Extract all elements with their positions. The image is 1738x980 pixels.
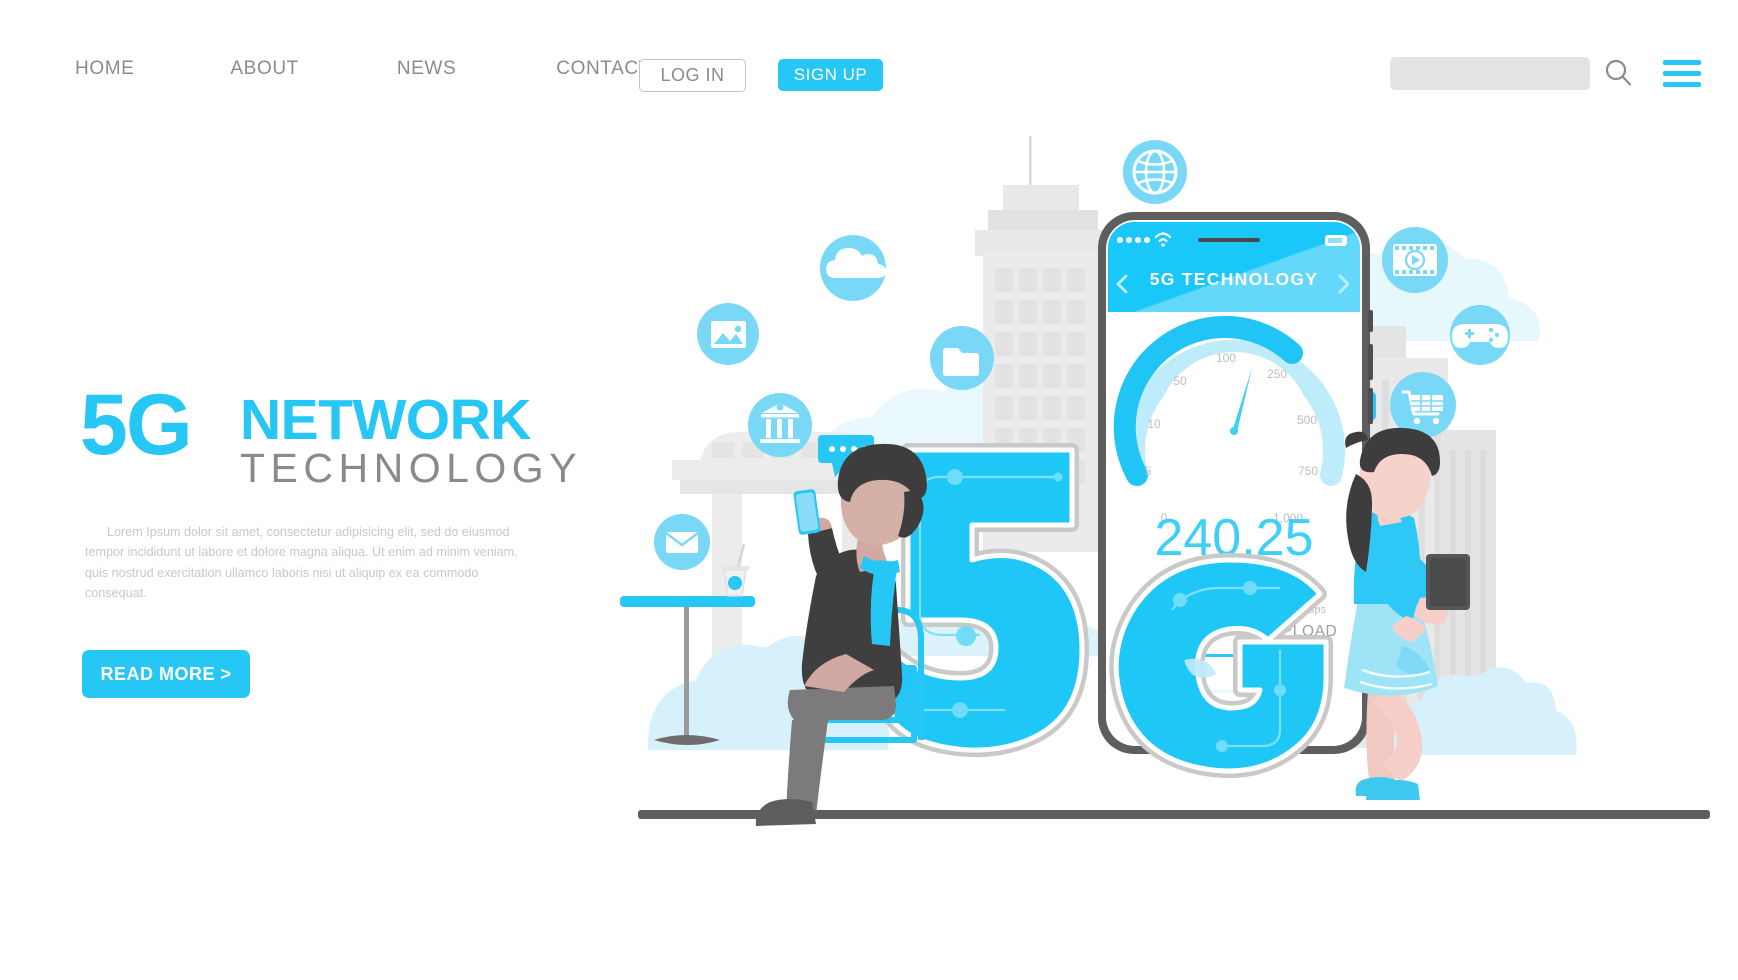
top-navbar: HOME ABOUT NEWS CONTACT US LOG IN SIGN U… [0,0,1738,130]
nav-link-about[interactable]: ABOUT [230,58,298,80]
gauge-tick-5: 5 [1145,464,1152,478]
landing-page: HOME ABOUT NEWS CONTACT US LOG IN SIGN U… [0,0,1738,980]
globe-icon[interactable] [1123,140,1187,204]
phone-app-title: 5G TECHNOLOGY [1150,269,1319,289]
hamburger-bar-2 [1663,71,1701,76]
image-icon[interactable] [697,303,759,365]
phone-notch-bar [1198,238,1260,242]
nav-links: HOME ABOUT NEWS CONTACT US [75,58,684,80]
gauge-tick-250: 250 [1267,367,1287,381]
hamburger-bar-3 [1663,82,1701,87]
gauge-tick-750: 750 [1298,464,1318,478]
search-input[interactable] [1390,57,1590,90]
nav-link-home[interactable]: HOME [75,58,134,80]
folder-icon[interactable] [930,326,994,390]
ground-line [638,810,1710,819]
title-technology: TECHNOLOGY [240,445,583,491]
person-seated-man [620,443,927,826]
gauge-tick-50: 50 [1173,374,1187,388]
mail-icon[interactable] [654,514,710,570]
login-button[interactable]: LOG IN [639,59,746,92]
title-5g: 5G [80,377,193,473]
battery-icon [1325,235,1347,246]
hamburger-bar-1 [1663,60,1701,65]
gauge-tick-500: 500 [1297,413,1317,427]
title-network: NETWORK [240,388,531,452]
search-icon[interactable] [1602,57,1634,89]
video-player-icon[interactable] [1382,227,1448,293]
read-more-button[interactable]: READ MORE > [82,650,250,698]
hero-paragraph: Lorem Ipsum dolor sit amet, consectetur … [85,525,518,601]
signup-button[interactable]: SIGN UP [778,59,883,91]
hero-illustration: 5G TECHNOLOGY 0 5 10 50 100 250 500 750 … [620,130,1738,850]
cloud-icon[interactable] [820,235,886,301]
hero-text-block: 5G NETWORK TECHNOLOGY [80,382,583,491]
bank-icon[interactable] [748,393,812,457]
page-title: 5G NETWORK TECHNOLOGY [80,382,583,491]
gauge-tick-100: 100 [1216,351,1236,365]
nav-link-news[interactable]: NEWS [397,58,456,80]
hamburger-menu-icon[interactable] [1663,60,1701,87]
game-controller-icon[interactable] [1450,305,1510,365]
gauge-tick-10: 10 [1147,417,1161,431]
